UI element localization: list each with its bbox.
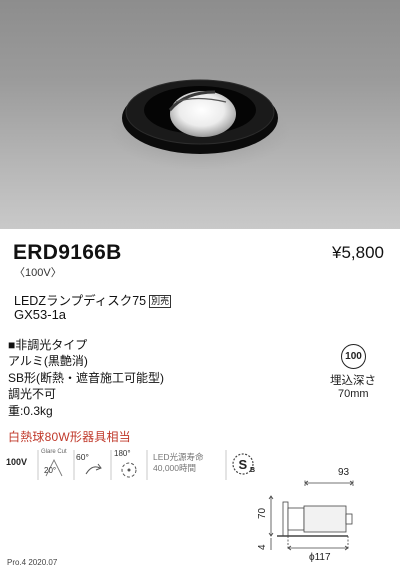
rotation-icon [121, 462, 137, 478]
embed-depth-value: 70mm [338, 388, 369, 400]
voltage-note: 〈100V〉 [14, 267, 62, 279]
dim-height-value: 70 [257, 507, 268, 519]
dim-diameter-value: ϕ117 [309, 552, 331, 563]
spec-dimming-type: ■非調光タイプ [8, 338, 88, 352]
sb-mark-letter: S [239, 457, 248, 472]
dim-flange-value: 4 [257, 544, 268, 550]
rotation-angle: 180° [114, 449, 131, 458]
led-life-value: 40,000時間 [153, 463, 196, 473]
spec-material: アルミ(黒艶消) [8, 354, 88, 369]
product-photo [0, 0, 400, 229]
spec-dimming: 調光不可 [8, 387, 57, 402]
tilt-angle: 60° [76, 452, 89, 462]
spec-list: ■非調光タイプ アルミ(黒艶消) SB形(断熱・遮音施工可能型) 調光不可 重:… [8, 337, 164, 419]
dimension-drawing: 93 70 4 ϕ117 [257, 467, 354, 563]
glare-cut-label: Glare Cut [41, 449, 67, 455]
embed-depth-label: 埋込深さ [330, 375, 376, 387]
embed-hole-badge: 100 [341, 344, 366, 369]
incandescent-equivalent: 白熱球80W形器具相当 [8, 430, 131, 444]
voltage-icon: 100V [6, 457, 28, 467]
lamp-name: LEDZランプディスク75 [14, 294, 147, 308]
footer-revision: Pro.4 2020.07 [7, 558, 58, 567]
sold-separately-badge: 別売 [149, 295, 172, 308]
price: ¥5,800 [332, 243, 384, 262]
dim-top-value: 93 [338, 467, 350, 478]
downlight-illustration [110, 79, 290, 170]
spec-weight: 重:0.3kg [8, 403, 53, 418]
tilt-icon [85, 463, 102, 475]
glare-cut-angle: 20° [44, 466, 57, 475]
spec-sb-type: SB形(断熱・遮音施工可能型) [8, 370, 165, 385]
model-number: ERD9166B [13, 241, 122, 264]
socket-type: GX53-1a [14, 307, 67, 322]
